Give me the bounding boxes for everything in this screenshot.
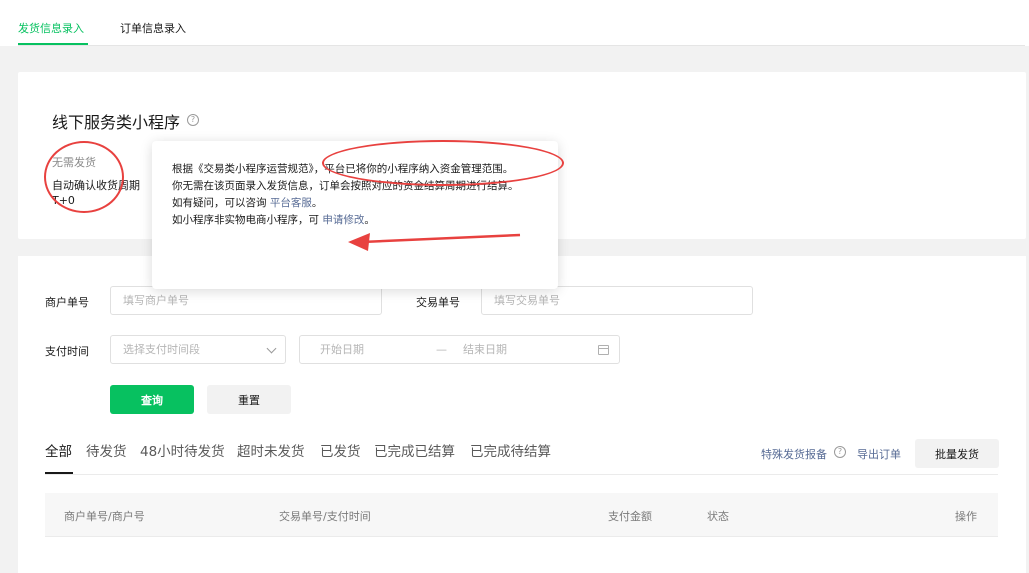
date-separator: —: [436, 343, 447, 356]
tab-shipping-info-entry[interactable]: 发货信息录入: [18, 20, 84, 36]
trade-no-input[interactable]: [481, 286, 753, 315]
batch-ship-button[interactable]: 批量发货: [915, 439, 999, 468]
column-header: 状态: [707, 510, 729, 523]
query-button[interactable]: 查询: [110, 385, 194, 414]
merchant-no-label: 商户单号: [45, 296, 89, 309]
calendar-icon: [598, 345, 609, 355]
no-shipping-label: 无需发货: [52, 156, 96, 169]
active-status-underline: [45, 472, 73, 474]
popover-text: 如有疑问，可以咨询: [172, 197, 270, 209]
annotation-arrow-icon: [348, 233, 521, 251]
top-tab-bar: 发货信息录入 订单信息录入: [0, 0, 1029, 46]
chevron-down-icon: [266, 343, 277, 354]
status-tab-all[interactable]: 全部: [45, 440, 72, 460]
trade-no-label: 交易单号: [416, 296, 460, 309]
start-date-placeholder: 开始日期: [320, 343, 364, 356]
status-tab-divider: [45, 474, 998, 475]
date-range-picker[interactable]: 开始日期 — 结束日期: [299, 335, 620, 364]
help-popover: 根据《交易类小程序运营规范》，平台已将你的小程序纳入资金管理范围。 你无需在该页…: [152, 141, 558, 289]
popover-text: 。: [311, 197, 323, 209]
status-tab-pending-ship[interactable]: 待发货: [86, 440, 127, 460]
status-tab-completed-settled[interactable]: 已完成已结算: [374, 440, 455, 460]
tab-divider: [18, 45, 1025, 46]
question-circle-icon[interactable]: ?: [187, 114, 199, 126]
merchant-no-input[interactable]: [110, 286, 382, 315]
question-circle-icon[interactable]: ?: [834, 446, 846, 458]
pay-time-select-placeholder: 选择支付时间段: [123, 343, 200, 356]
pay-time-label: 支付时间: [45, 345, 89, 358]
status-tab-overdue[interactable]: 超时未发货: [237, 440, 305, 460]
popover-line: 根据《交易类小程序运营规范》，平台已将你的小程序纳入资金管理范围。: [172, 163, 514, 175]
page-title: 线下服务类小程序: [52, 113, 181, 132]
special-report-link[interactable]: 特殊发货报备: [761, 446, 827, 462]
status-tab-completed-unsettled[interactable]: 已完成待结算: [470, 440, 551, 460]
status-tab-48h-pending[interactable]: 48小时待发货: [140, 440, 225, 460]
column-header: 商户单号/商户号: [64, 510, 145, 523]
pay-time-select[interactable]: 选择支付时间段: [110, 335, 286, 364]
table-header: 商户单号/商户号 交易单号/支付时间 支付金额 状态 操作: [45, 493, 998, 537]
settlement-period-value: T+0: [52, 194, 75, 207]
reset-button[interactable]: 重置: [207, 385, 291, 414]
column-header: 支付金额: [608, 510, 652, 523]
end-date-placeholder: 结束日期: [463, 343, 507, 356]
column-header: 操作: [955, 510, 977, 523]
popover-line: 如有疑问，可以咨询 平台客服。: [172, 195, 536, 212]
status-tab-shipped[interactable]: 已发货: [320, 440, 361, 460]
popover-text: 如小程序非实物电商小程序，可: [172, 214, 323, 226]
export-orders-link[interactable]: 导出订单: [857, 446, 901, 462]
auto-confirm-label: 自动确认收货周期: [52, 179, 140, 192]
platform-support-link[interactable]: 平台客服: [270, 197, 312, 209]
tab-order-info-entry[interactable]: 订单信息录入: [120, 20, 186, 36]
column-header: 交易单号/支付时间: [279, 510, 371, 523]
popover-line: 你无需在该页面录入发货信息，订单会按照对应的资金结算周期进行结算。: [172, 180, 519, 192]
